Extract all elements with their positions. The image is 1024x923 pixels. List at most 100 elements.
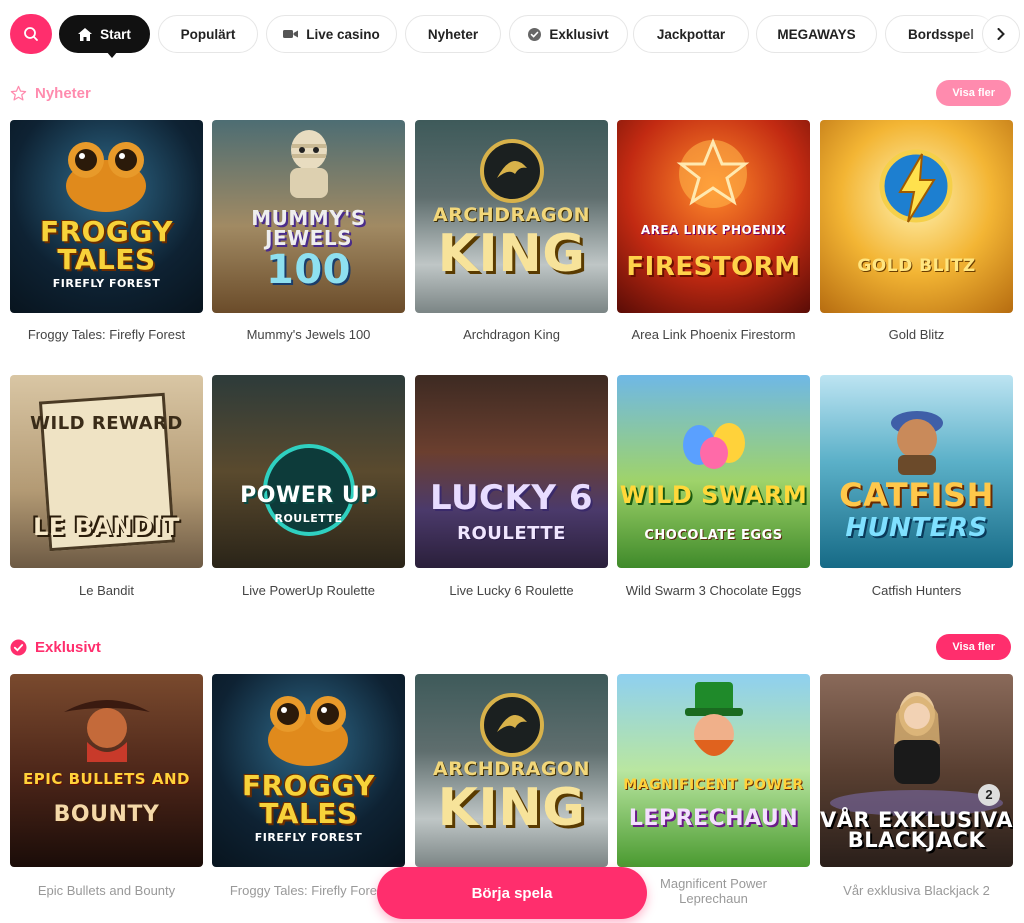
game-logo: LUCKY 6 — [430, 478, 593, 518]
game-logo: CATFISH — [839, 476, 994, 514]
game-logo: WILD SWARM — [619, 481, 808, 509]
game-title[interactable]: Area Link Phoenix Firestorm — [617, 327, 810, 342]
game-title[interactable]: Vår exklusiva Blackjack 2 — [820, 883, 1013, 898]
tab-label: MEGAWAYS — [777, 26, 856, 42]
game-tile[interactable]: POWER UP ROULETTE — [212, 375, 405, 568]
game-logo-sub: 100 — [266, 247, 351, 293]
game-logo-sub: FIREFLY FOREST — [52, 277, 161, 290]
game-logo: POWER UP — [240, 483, 377, 508]
game-title[interactable]: Live Lucky 6 Roulette — [415, 583, 608, 598]
game-logo: AREA LINK PHOENIX — [640, 223, 787, 237]
tab-label: Nyheter — [427, 26, 479, 42]
tab-label: Exklusivt — [549, 26, 609, 42]
fisherman-illustration — [891, 411, 943, 475]
game-logo: FROGGY TALES — [241, 769, 376, 830]
search-button[interactable] — [10, 14, 52, 54]
game-logo: GOLD BLITZ — [857, 256, 976, 276]
game-logo: FROGGY TALES — [39, 215, 174, 276]
game-logo-sub: HUNTERS — [845, 513, 988, 543]
dragon-emblem — [480, 139, 544, 203]
tab-label: Live casino — [306, 26, 380, 42]
game-tile[interactable]: ARCHDRAGON KING — [415, 674, 608, 867]
check-circle-icon — [10, 639, 27, 655]
game-tile[interactable]: FROGGY TALES FIREFLY FOREST — [212, 674, 405, 867]
game-logo: MUMMY'S JEWELS — [251, 206, 366, 250]
game-logo-sub: BLACKJACK — [847, 828, 986, 852]
game-title[interactable]: Archdragon King — [415, 327, 608, 342]
game-title[interactable]: Mummy's Jewels 100 — [212, 327, 405, 342]
check-circle-icon — [528, 27, 542, 41]
game-logo-sub: CHOCOLATE EGGS — [644, 528, 783, 543]
game-tile[interactable]: MUMMY'S JEWELS 100 — [212, 120, 405, 313]
game-title[interactable]: Le Bandit — [10, 583, 203, 598]
tab-news[interactable]: Nyheter — [405, 15, 501, 53]
game-logo-sub: LE BANDIT — [33, 513, 180, 541]
tab-megaways[interactable]: MEGAWAYS — [756, 15, 877, 53]
nav-next-button[interactable] — [982, 15, 1020, 53]
dealer-illustration — [894, 692, 940, 784]
game-tile[interactable]: LUCKY 6 ROULETTE — [415, 375, 608, 568]
tab-live-casino[interactable]: Live casino — [266, 15, 397, 53]
game-tile[interactable]: FROGGY TALES FIREFLY FOREST — [10, 120, 203, 313]
game-title[interactable]: Epic Bullets and Bounty — [10, 883, 203, 898]
frog-illustration — [268, 696, 348, 766]
table-number-badge: 2 — [978, 784, 1000, 806]
section-header-exklusivt: Exklusivt Visa fler — [10, 632, 1014, 662]
tab-exclusive[interactable]: Exklusivt — [509, 15, 628, 53]
tab-label: Start — [100, 26, 131, 42]
game-logo: ARCHDRAGON — [433, 204, 590, 226]
section-header-nyheter: Nyheter Visa fler — [10, 78, 1014, 108]
game-tile[interactable]: MAGNIFICENT POWER LEPRECHAUN — [617, 674, 810, 867]
game-logo-sub: BOUNTY — [53, 802, 160, 827]
game-tile[interactable]: WILD REWARD LE BANDIT — [10, 375, 203, 568]
section-title: Nyheter — [10, 85, 91, 102]
chevron-right-icon — [997, 28, 1005, 40]
game-tile[interactable]: AREA LINK PHOENIX FIRESTORM — [617, 120, 810, 313]
dragon-emblem — [480, 693, 544, 757]
game-logo-sub: KING — [437, 778, 586, 838]
game-tile[interactable]: 2 VÅR EXKLUSIVA BLACKJACK — [820, 674, 1013, 867]
game-title[interactable]: Live PowerUp Roulette — [212, 583, 405, 598]
search-icon — [24, 27, 38, 41]
camera-icon — [283, 29, 299, 39]
game-tile[interactable]: GOLD BLITZ — [820, 120, 1013, 313]
game-tile[interactable]: CATFISH HUNTERS — [820, 375, 1013, 568]
game-logo-sub: KING — [437, 224, 586, 284]
game-logo-sub: FIRESTORM — [626, 252, 801, 282]
lightning-bolt-icon — [879, 149, 953, 223]
leprechaun-illustration — [685, 682, 743, 756]
tab-start[interactable]: Start — [59, 15, 150, 58]
game-logo: MAGNIFICENT POWER — [623, 777, 804, 793]
tab-table-games[interactable]: Bordsspel — [885, 15, 995, 53]
game-title[interactable]: Gold Blitz — [820, 327, 1013, 342]
star-icon — [10, 85, 27, 101]
game-logo: WILD REWARD — [30, 413, 183, 434]
game-logo-sub: ROULETTE — [457, 523, 566, 544]
game-tile[interactable]: ARCHDRAGON KING — [415, 120, 608, 313]
frog-illustration — [66, 142, 146, 212]
game-logo-sub: LEPRECHAUN — [628, 806, 799, 831]
game-title[interactable]: Wild Swarm 3 Chocolate Eggs — [617, 583, 810, 598]
show-more-button[interactable]: Visa fler — [936, 80, 1011, 106]
game-logo-sub: ROULETTE — [274, 512, 343, 525]
start-playing-button[interactable]: Börja spela — [377, 867, 647, 919]
game-logo-sub: FIREFLY FOREST — [254, 831, 363, 844]
tab-label: Jackpottar — [656, 26, 726, 42]
tab-jackpots[interactable]: Jackpottar — [633, 15, 749, 53]
section-title: Exklusivt — [10, 639, 101, 656]
game-logo: ARCHDRAGON — [433, 758, 590, 780]
category-nav: Start Populärt Live casino Nyheter Exklu… — [0, 0, 1024, 68]
game-tile[interactable]: WILD SWARM CHOCOLATE EGGS — [617, 375, 810, 568]
tab-label: Bordsspel — [908, 26, 975, 42]
show-more-button[interactable]: Visa fler — [936, 634, 1011, 660]
tab-label: Populärt — [180, 26, 236, 42]
game-title[interactable]: Froggy Tales: Firefly Forest — [10, 327, 203, 342]
mummy-illustration — [290, 130, 328, 198]
cowboy-illustration — [64, 700, 150, 762]
game-title[interactable]: Catfish Hunters — [820, 583, 1013, 598]
game-tile[interactable]: EPIC BULLETS AND BOUNTY — [10, 674, 203, 867]
home-icon — [78, 27, 93, 41]
game-logo: EPIC BULLETS AND — [23, 770, 190, 788]
tab-popular[interactable]: Populärt — [158, 15, 258, 53]
eggs-basket — [683, 423, 745, 469]
